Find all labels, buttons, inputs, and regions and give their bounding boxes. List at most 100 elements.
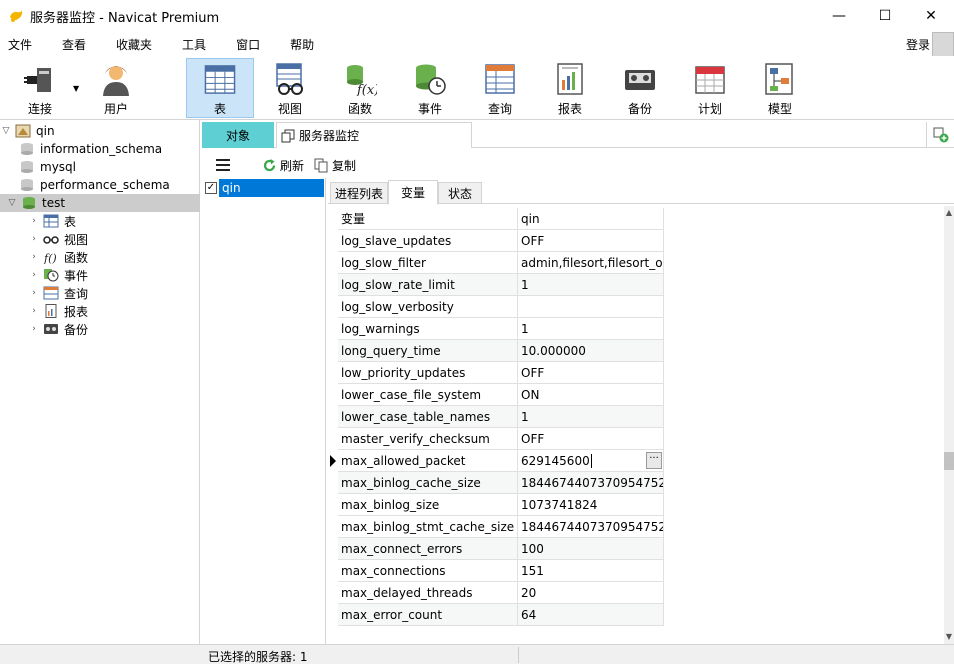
minimize-button[interactable]: — <box>816 0 862 32</box>
variable-value[interactable]: 151 <box>518 560 664 582</box>
server-item[interactable]: ✓ qin <box>202 179 324 197</box>
expand-arrow-icon[interactable]: › <box>28 216 40 226</box>
toolbar-query-button[interactable]: 查询 <box>466 58 534 118</box>
expand-arrow-icon[interactable]: › <box>28 288 40 298</box>
table-row[interactable]: log_slow_rate_limit 1 <box>328 274 664 296</box>
column-header-variable[interactable]: 变量 <box>338 208 518 230</box>
tree-node-views[interactable]: › 视图 <box>0 230 200 248</box>
variable-value[interactable]: 1 <box>518 318 664 340</box>
variable-value[interactable]: 1073741824 <box>518 494 664 516</box>
variable-value[interactable]: OFF <box>518 230 664 252</box>
variable-value[interactable]: 10.000000 <box>518 340 664 362</box>
table-row[interactable]: log_slow_verbosity <box>328 296 664 318</box>
server-name[interactable]: qin <box>219 179 324 197</box>
tree-node-reports[interactable]: › 报表 <box>0 302 200 320</box>
tree-node-tables[interactable]: › 表 <box>0 212 200 230</box>
variable-value-editor[interactable]: 629145600 <box>518 450 664 472</box>
table-row[interactable]: max_binlog_cache_size 1844674407370954752… <box>328 472 664 494</box>
tab-server-monitor[interactable]: 服务器监控 <box>276 122 472 148</box>
new-tab-button[interactable] <box>926 122 954 148</box>
toolbar-view-button[interactable]: 视图 <box>256 58 324 118</box>
variable-value[interactable]: 1 <box>518 406 664 428</box>
variable-value[interactable]: OFF <box>518 428 664 450</box>
tree-db-test[interactable]: ▽ test <box>0 194 200 212</box>
variable-value[interactable]: admin,filesort,filesort_on <box>518 252 664 274</box>
login-link[interactable]: 登录 <box>906 36 930 53</box>
scrollbar-thumb[interactable] <box>944 452 954 470</box>
variable-value[interactable]: 18446744073709547520 <box>518 472 664 494</box>
variable-value[interactable]: 20 <box>518 582 664 604</box>
scroll-down-icon[interactable]: ▼ <box>944 632 954 642</box>
table-row[interactable]: max_delayed_threads 20 <box>328 582 664 604</box>
variable-value[interactable]: 64 <box>518 604 664 626</box>
table-row[interactable]: lower_case_file_system ON <box>328 384 664 406</box>
tree-node-backups[interactable]: › 备份 <box>0 320 200 338</box>
toolbar-user-button[interactable]: 用户 <box>82 58 150 118</box>
copy-button[interactable]: 复制 <box>314 157 356 174</box>
avatar[interactable] <box>932 32 954 58</box>
tree-db-performance-schema[interactable]: performance_schema <box>0 176 200 194</box>
table-row[interactable]: long_query_time 10.000000 <box>328 340 664 362</box>
tab-objects[interactable]: 对象 <box>202 122 274 148</box>
toolbar-event-button[interactable]: 事件 <box>396 58 464 118</box>
expand-arrow-icon[interactable]: › <box>28 324 40 334</box>
table-row[interactable]: low_priority_updates OFF <box>328 362 664 384</box>
toolbar-report-button[interactable]: 报表 <box>536 58 604 118</box>
tab-status[interactable]: 状态 <box>438 182 482 204</box>
tree-db-information-schema[interactable]: information_schema <box>0 140 200 158</box>
variable-value[interactable]: 100 <box>518 538 664 560</box>
menu-help[interactable]: 帮助 <box>282 36 326 53</box>
expand-arrow-icon[interactable]: › <box>28 306 40 316</box>
toolbar-backup-button[interactable]: 备份 <box>606 58 674 118</box>
scroll-up-icon[interactable]: ▲ <box>944 208 954 218</box>
table-row[interactable]: master_verify_checksum OFF <box>328 428 664 450</box>
table-row[interactable]: max_binlog_stmt_cache_size 18446744073709… <box>328 516 664 538</box>
tree-node-events[interactable]: › 事件 <box>0 266 200 284</box>
menu-tools[interactable]: 工具 <box>174 36 218 53</box>
variable-value[interactable]: 1 <box>518 274 664 296</box>
table-row[interactable]: log_slow_filter admin,filesort,filesort_o… <box>328 252 664 274</box>
close-button[interactable]: ✕ <box>908 0 954 32</box>
tree-node-functions[interactable]: › f() 函数 <box>0 248 200 266</box>
edit-value-button[interactable]: ··· <box>646 452 662 469</box>
menu-hamburger-icon[interactable] <box>216 159 230 171</box>
editing-value[interactable]: 629145600 <box>521 454 590 468</box>
toolbar-table-button[interactable]: 表 <box>186 58 254 118</box>
column-header-server[interactable]: qin <box>518 208 664 230</box>
tree-connection-qin[interactable]: ▽ qin <box>0 122 200 140</box>
table-row[interactable]: lower_case_table_names 1 <box>328 406 664 428</box>
expand-arrow-icon[interactable]: › <box>28 270 40 280</box>
refresh-button[interactable]: 刷新 <box>262 157 304 174</box>
toolbar-function-button[interactable]: f(x) 函数 <box>326 58 394 118</box>
table-row[interactable]: max_binlog_size 1073741824 <box>328 494 664 516</box>
vertical-scrollbar[interactable]: ▲ ▼ <box>944 206 954 644</box>
variable-value[interactable]: ON <box>518 384 664 406</box>
variable-value[interactable]: 18446744073709547520 <box>518 516 664 538</box>
table-row-selected[interactable]: max_allowed_packet 629145600 ··· <box>328 450 664 472</box>
menu-favorites[interactable]: 收藏夹 <box>108 36 164 53</box>
menu-file[interactable]: 文件 <box>0 36 44 53</box>
tree-db-mysql[interactable]: mysql <box>0 158 200 176</box>
collapse-arrow-icon[interactable]: ▽ <box>6 198 18 208</box>
table-row[interactable]: log_slave_updates OFF <box>328 230 664 252</box>
menu-view[interactable]: 查看 <box>54 36 98 53</box>
tab-process-list[interactable]: 进程列表 <box>330 182 388 204</box>
table-row[interactable]: max_connect_errors 100 <box>328 538 664 560</box>
tree-node-queries[interactable]: › 查询 <box>0 284 200 302</box>
toolbar-model-button[interactable]: 模型 <box>746 58 814 118</box>
toolbar-schedule-button[interactable]: 计划 <box>676 58 744 118</box>
menu-window[interactable]: 窗口 <box>228 36 272 53</box>
table-row[interactable]: log_warnings 1 <box>328 318 664 340</box>
connect-dropdown-icon[interactable]: ▼ <box>73 84 79 93</box>
variable-value[interactable]: OFF <box>518 362 664 384</box>
table-row[interactable]: max_error_count 64 <box>328 604 664 626</box>
expand-arrow-icon[interactable]: › <box>28 252 40 262</box>
expand-arrow-icon[interactable]: › <box>28 234 40 244</box>
toolbar-connect-button[interactable]: 连接 <box>6 58 74 118</box>
table-row[interactable]: max_connections 151 <box>328 560 664 582</box>
collapse-arrow-icon[interactable]: ▽ <box>0 126 12 136</box>
variable-value[interactable] <box>518 296 664 318</box>
tab-variables[interactable]: 变量 <box>388 180 438 205</box>
maximize-button[interactable]: ☐ <box>862 0 908 32</box>
server-checkbox[interactable]: ✓ <box>205 182 217 194</box>
